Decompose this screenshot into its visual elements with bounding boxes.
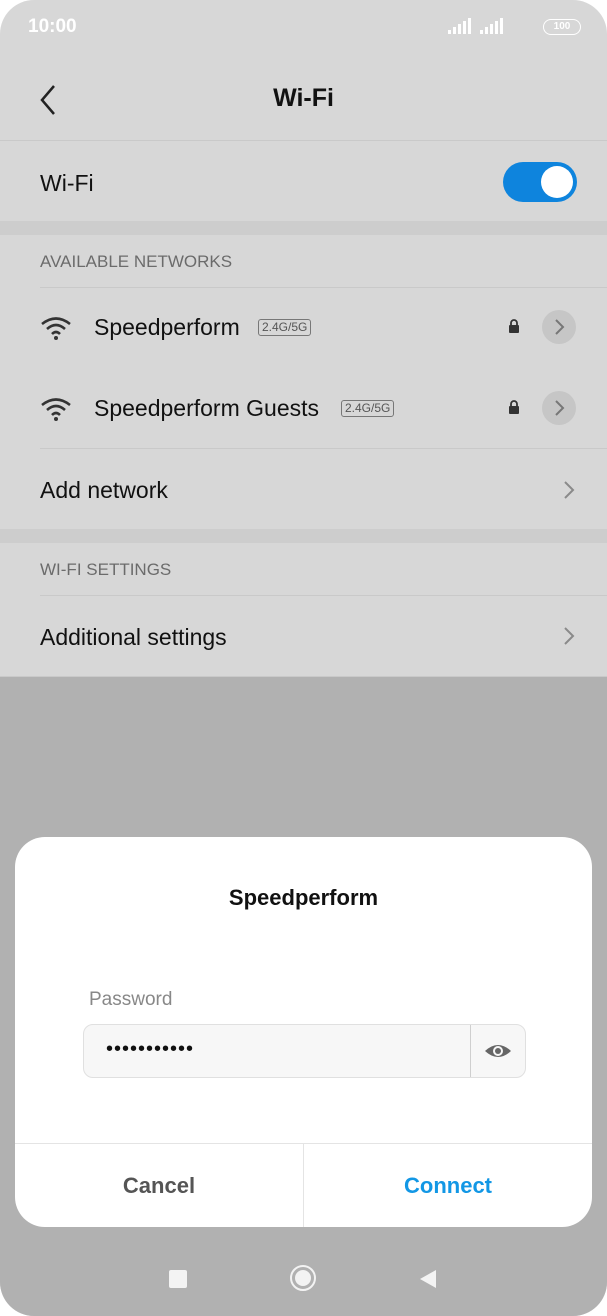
home-dot [295, 1270, 311, 1286]
band-badge: 2.4G/5G [258, 319, 312, 336]
password-field[interactable]: ••••••••••• [83, 1024, 526, 1078]
chevron-right-icon [555, 319, 565, 335]
section-gap [0, 529, 607, 543]
header: Wi-Fi [0, 54, 607, 140]
network-name: Speedperform Guests [94, 395, 320, 421]
network-details-button[interactable] [542, 391, 576, 425]
chevron-right-icon [555, 400, 565, 416]
phone-screen: 10:00 100 Wi-Fi Wi-Fi AVAILABLE NETWORKS… [0, 0, 607, 1316]
wifi-icon [41, 317, 71, 340]
chevron-right-icon [564, 627, 575, 645]
status-bar: 10:00 100 [0, 0, 607, 54]
page-title: Wi-Fi [273, 84, 334, 112]
signal-icon [480, 18, 503, 34]
toggle-knob [541, 166, 573, 198]
wifi-icon [41, 398, 71, 421]
home-circle-icon[interactable] [290, 1265, 316, 1291]
divider [40, 287, 607, 288]
battery-icon: 100 [543, 19, 581, 35]
connect-button[interactable]: Connect [304, 1144, 592, 1227]
field-divider [470, 1025, 471, 1077]
password-value: ••••••••••• [106, 1038, 195, 1060]
divider [0, 140, 607, 141]
recents-square-icon[interactable] [169, 1270, 187, 1288]
network-details-button[interactable] [542, 310, 576, 344]
wifi-toggle-label: Wi-Fi [40, 170, 94, 196]
wifi-settings-title: WI-FI SETTINGS [40, 560, 172, 579]
back-triangle-icon[interactable] [418, 1268, 438, 1290]
available-networks-title: AVAILABLE NETWORKS [40, 252, 233, 271]
lock-icon [509, 319, 519, 333]
network-name: Speedperform [94, 314, 240, 340]
chevron-right-icon [564, 481, 575, 499]
section-gap [0, 221, 607, 235]
additional-settings-label: Additional settings [40, 624, 227, 650]
cancel-button[interactable]: Cancel [15, 1144, 303, 1227]
eye-icon[interactable] [483, 1037, 513, 1065]
password-dialog: Speedperform Password ••••••••••• Cancel… [15, 837, 592, 1227]
divider [40, 595, 607, 596]
password-label: Password [89, 989, 173, 1010]
signal-icon [448, 18, 471, 34]
divider [40, 448, 607, 449]
status-time: 10:00 [28, 16, 77, 37]
wifi-toggle-switch[interactable] [503, 162, 577, 202]
dialog-title: Speedperform [228, 885, 379, 910]
band-badge: 2.4G/5G [341, 400, 395, 417]
add-network-label: Add network [40, 477, 168, 503]
lock-icon [509, 400, 519, 414]
